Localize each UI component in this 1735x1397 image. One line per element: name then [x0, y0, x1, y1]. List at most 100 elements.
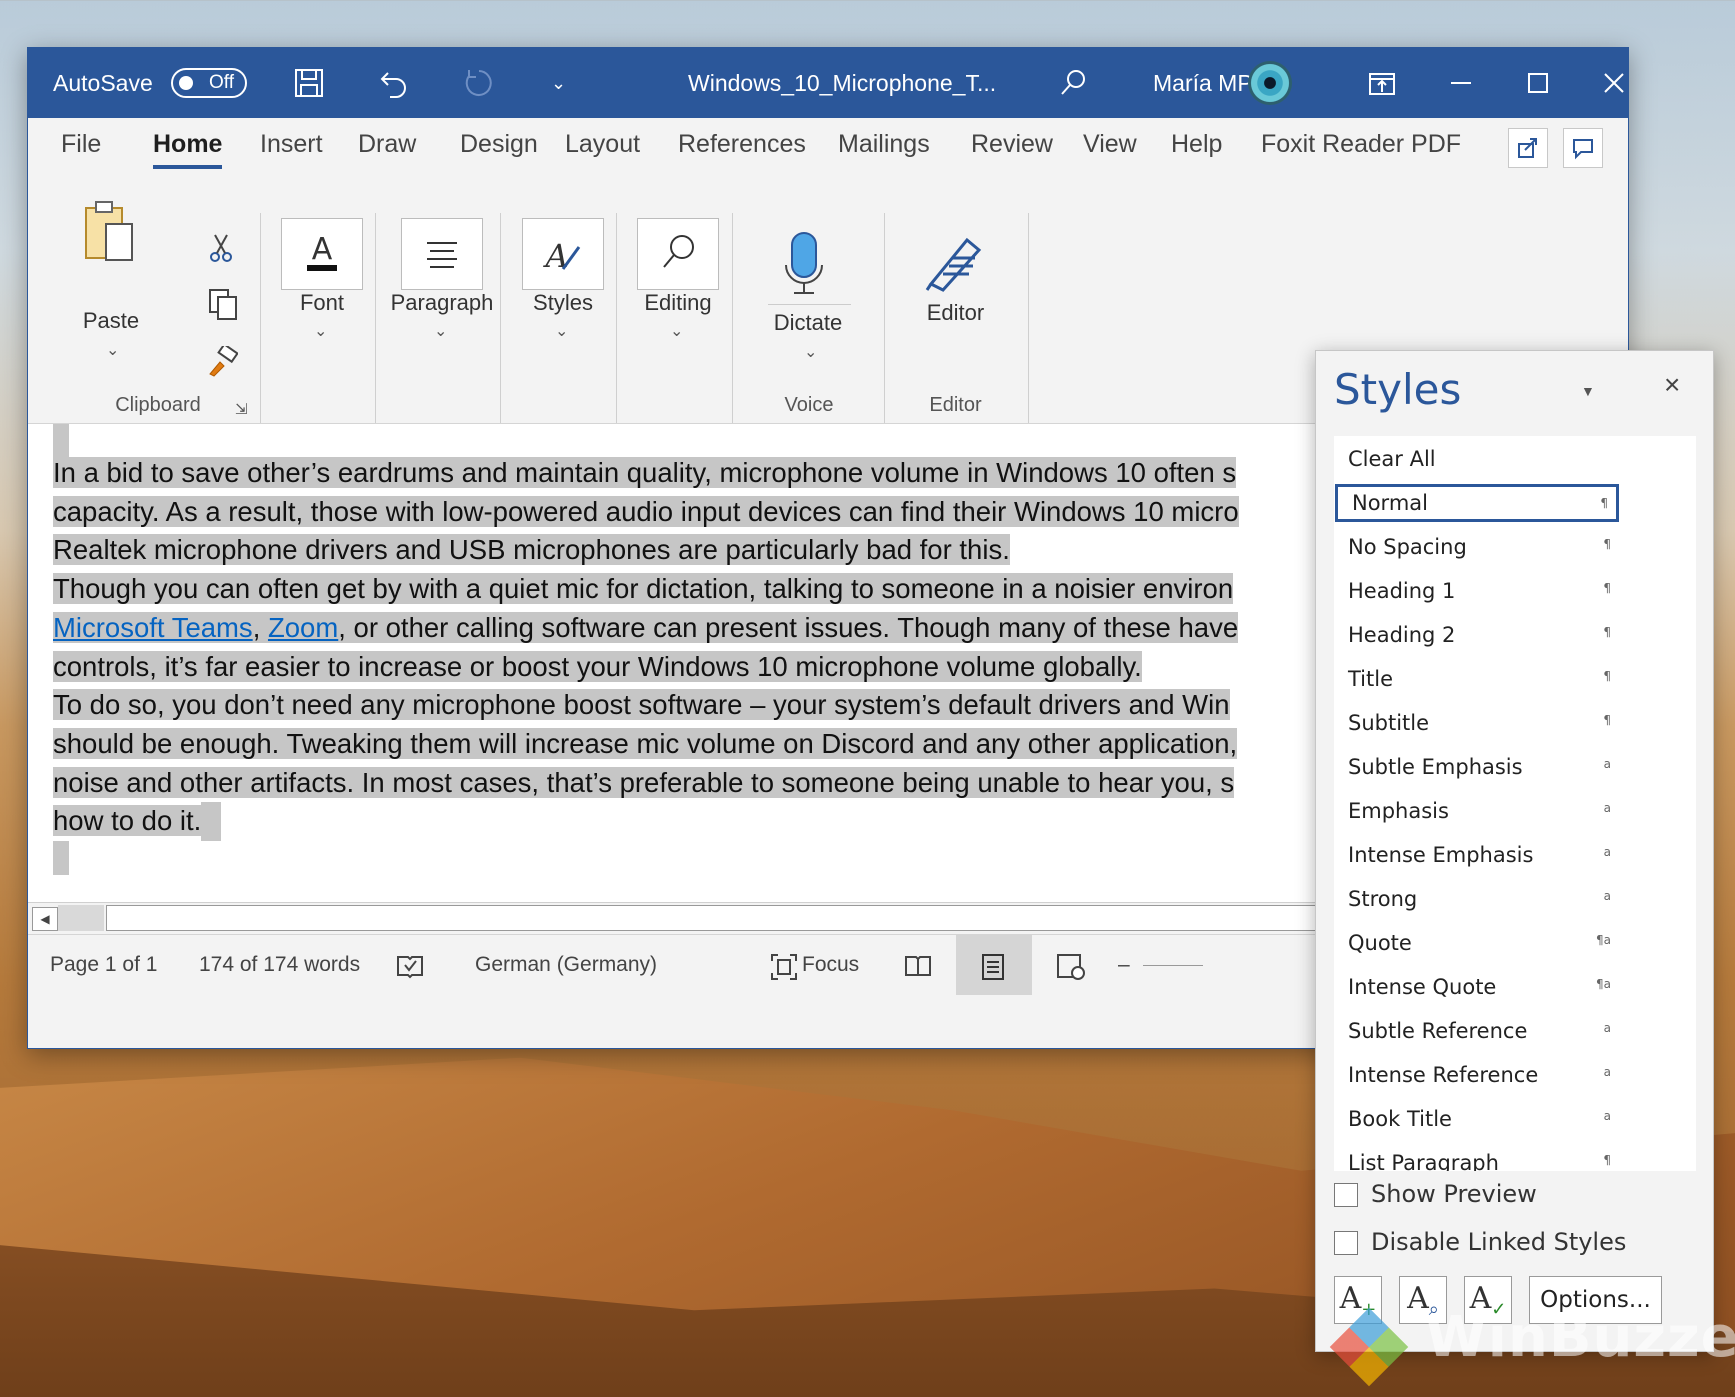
- style-item[interactable]: Subtitle ¶: [1334, 704, 1619, 742]
- styles-dropdown-icon[interactable]: ⌄: [555, 321, 568, 341]
- language[interactable]: German (Germany): [475, 953, 657, 977]
- search-icon[interactable]: [1058, 48, 1088, 118]
- style-item[interactable]: Intense Reference a: [1334, 1056, 1619, 1094]
- cut-icon[interactable]: [208, 233, 234, 268]
- style-item[interactable]: No Spacing ¶: [1334, 528, 1619, 566]
- maximize-icon[interactable]: [1525, 48, 1551, 118]
- word-count[interactable]: 174 of 174 words: [199, 953, 360, 977]
- style-item[interactable]: Title ¶: [1334, 660, 1619, 698]
- paragraph-dropdown-icon[interactable]: ⌄: [434, 321, 447, 341]
- paste-button[interactable]: Paste: [71, 308, 151, 334]
- zoom-out-icon[interactable]: –: [1118, 953, 1130, 977]
- style-item[interactable]: Emphasis a: [1334, 792, 1619, 830]
- style-type-icon: a: [1603, 757, 1611, 771]
- tab-layout[interactable]: Layout: [565, 130, 640, 159]
- tab-file[interactable]: File: [61, 130, 101, 159]
- styles-icon[interactable]: A: [522, 218, 604, 290]
- print-layout-icon[interactable]: [981, 953, 1005, 987]
- tab-references[interactable]: References: [678, 130, 806, 159]
- editor-icon[interactable]: [923, 228, 987, 297]
- doc-line: should be enough. Tweaking them will inc…: [53, 727, 1238, 759]
- editing-icon[interactable]: [637, 218, 719, 290]
- read-mode-icon[interactable]: [904, 953, 932, 985]
- editing-dropdown-icon[interactable]: ⌄: [670, 321, 683, 341]
- dictate-button[interactable]: Dictate: [758, 310, 858, 336]
- style-item-label: Intense Emphasis: [1348, 843, 1534, 867]
- minimize-icon[interactable]: [1448, 48, 1474, 118]
- tab-help[interactable]: Help: [1171, 130, 1222, 159]
- format-painter-icon[interactable]: [206, 342, 239, 383]
- dictate-dropdown-icon[interactable]: ⌄: [804, 342, 817, 362]
- font-icon[interactable]: A: [281, 218, 363, 290]
- web-layout-icon[interactable]: [1056, 953, 1086, 987]
- style-item[interactable]: Heading 1 ¶: [1334, 572, 1619, 610]
- paste-dropdown-icon[interactable]: ⌄: [106, 340, 119, 360]
- paste-icon[interactable]: [78, 198, 140, 268]
- microsoft-teams-link[interactable]: Microsoft Teams: [53, 612, 253, 643]
- font-dropdown-icon[interactable]: ⌄: [314, 321, 327, 341]
- tab-draw[interactable]: Draw: [358, 130, 416, 159]
- copy-icon[interactable]: [208, 288, 238, 325]
- show-preview-checkbox[interactable]: [1334, 1183, 1358, 1207]
- style-item[interactable]: Subtle Reference a: [1334, 1012, 1619, 1050]
- share-button[interactable]: [1508, 128, 1548, 168]
- style-item[interactable]: Intense Quote ¶a: [1334, 968, 1619, 1006]
- style-item[interactable]: List Paragraph ¶: [1334, 1144, 1619, 1171]
- style-item[interactable]: Strong a: [1334, 880, 1619, 918]
- separator: [500, 213, 501, 423]
- paragraph-button[interactable]: Paragraph: [386, 290, 498, 316]
- doc-line: In a bid to save other’s eardrums and ma…: [53, 457, 1237, 488]
- title-bar: AutoSave Off ⌄ Windows_10_Microphone_T..…: [28, 48, 1628, 118]
- zoom-slider[interactable]: [1143, 965, 1203, 966]
- tab-view[interactable]: View: [1083, 130, 1137, 159]
- style-item[interactable]: Normal ¶: [1335, 484, 1619, 522]
- tab-foxit-reader-pdf[interactable]: Foxit Reader PDF: [1261, 130, 1461, 159]
- style-item[interactable]: Clear All: [1334, 440, 1619, 478]
- focus-button[interactable]: Focus: [802, 953, 859, 977]
- page-count[interactable]: Page 1 of 1: [50, 953, 157, 977]
- style-item[interactable]: Intense Emphasis a: [1334, 836, 1619, 874]
- separator: [732, 213, 733, 423]
- comments-button[interactable]: [1563, 128, 1603, 168]
- pane-options-icon[interactable]: ▼: [1581, 383, 1595, 399]
- style-item[interactable]: Quote ¶a: [1334, 924, 1619, 962]
- ribbon-display-options-icon[interactable]: [1368, 48, 1396, 118]
- close-icon[interactable]: ×: [1664, 369, 1680, 401]
- styles-button[interactable]: Styles: [522, 290, 604, 316]
- editor-button[interactable]: Editor: [908, 300, 1003, 326]
- autosave-toggle[interactable]: Off: [171, 68, 247, 98]
- user-avatar[interactable]: [1248, 61, 1292, 105]
- undo-icon[interactable]: [378, 48, 410, 118]
- document-text[interactable]: In a bid to save other’s eardrums and ma…: [53, 454, 1413, 886]
- tab-insert[interactable]: Insert: [260, 130, 323, 159]
- scroll-thumb[interactable]: [58, 905, 104, 931]
- zoom-link[interactable]: Zoom: [268, 612, 338, 643]
- proofing-icon[interactable]: [396, 953, 424, 985]
- tab-review[interactable]: Review: [971, 130, 1053, 159]
- svg-text:A: A: [542, 237, 568, 275]
- user-name[interactable]: María MP: [1153, 48, 1253, 118]
- microphone-icon[interactable]: [780, 231, 830, 306]
- editing-button[interactable]: Editing: [628, 290, 728, 316]
- customize-qat-icon[interactable]: ⌄: [551, 48, 566, 118]
- focus-icon[interactable]: [770, 953, 798, 987]
- tab-mailings[interactable]: Mailings: [838, 130, 930, 159]
- font-button[interactable]: Font: [281, 290, 363, 316]
- save-icon[interactable]: [293, 48, 325, 118]
- style-type-icon: a: [1603, 801, 1611, 815]
- empty-paragraph: [53, 841, 69, 876]
- style-item[interactable]: Book Title a: [1334, 1100, 1619, 1138]
- tab-home[interactable]: Home: [153, 130, 223, 169]
- disable-linked-styles-checkbox[interactable]: [1334, 1231, 1358, 1255]
- tab-design[interactable]: Design: [460, 130, 538, 159]
- style-item[interactable]: Heading 2 ¶: [1334, 616, 1619, 654]
- close-icon[interactable]: [1601, 48, 1627, 118]
- redo-icon[interactable]: [463, 48, 495, 118]
- styles-list[interactable]: Clear All Normal ¶ No Spacing ¶ Heading 1 ¶ Hea…: [1334, 436, 1696, 1171]
- style-item-label: Subtle Emphasis: [1348, 755, 1523, 779]
- paragraph-icon[interactable]: [401, 218, 483, 290]
- style-type-icon: ¶a: [1596, 977, 1611, 991]
- style-item[interactable]: Subtle Emphasis a: [1334, 748, 1619, 786]
- clipboard-launcher-icon[interactable]: ⇲: [235, 400, 248, 418]
- scroll-left-icon[interactable]: ◀: [32, 907, 58, 931]
